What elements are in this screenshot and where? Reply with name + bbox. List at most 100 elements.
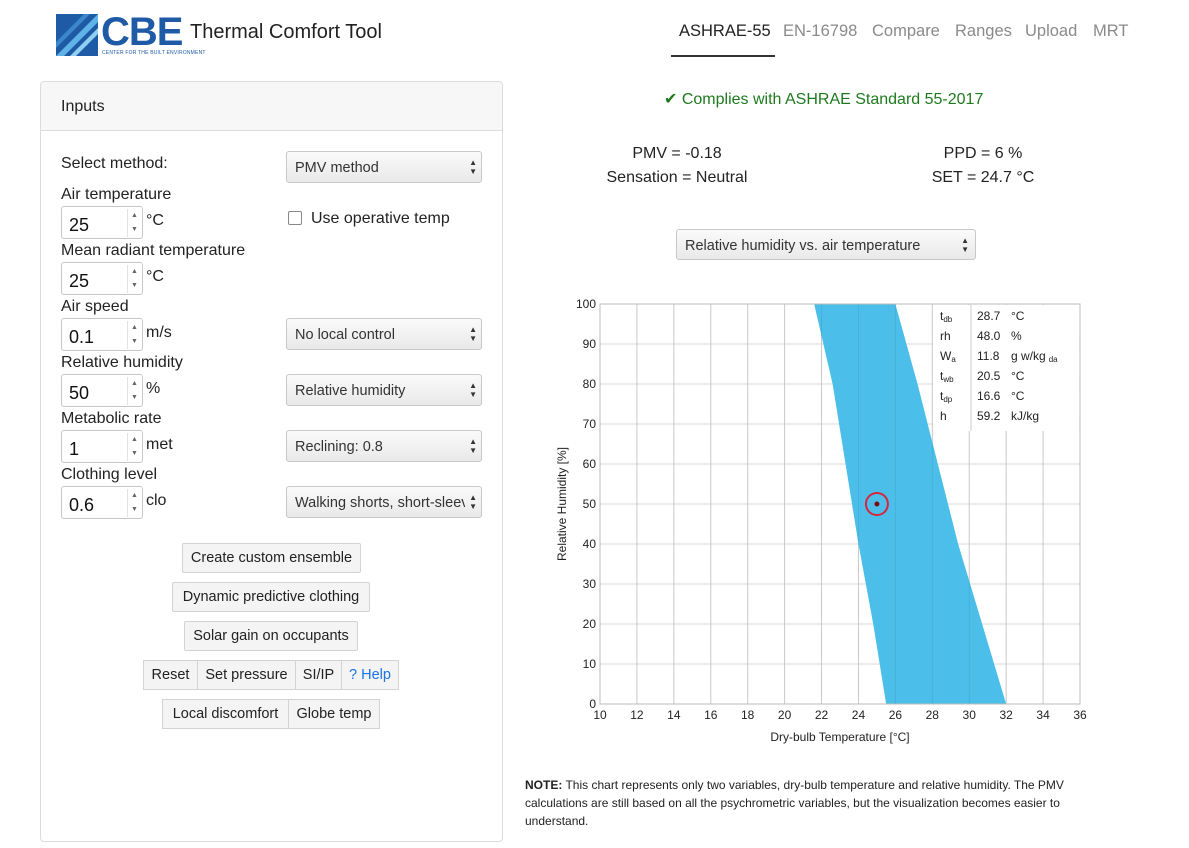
air-temp-value: 25 xyxy=(69,215,90,235)
help-button[interactable]: ? Help xyxy=(341,660,399,690)
rh-value: 50 xyxy=(69,383,90,403)
air-temp-unit: °C xyxy=(146,212,164,229)
pmv-value: PMV = -0.18 xyxy=(632,145,722,162)
compliance-status: ✔ Complies with ASHRAE Standard 55-2017 xyxy=(664,91,984,108)
clo-value: 0.6 xyxy=(69,495,95,515)
method-select-value: PMV method xyxy=(295,160,379,176)
spinner-arrows-icon[interactable]: ▲ ▼ xyxy=(127,265,141,293)
info-unit: kJ/kg xyxy=(1011,409,1039,423)
inputs-title: Inputs xyxy=(61,98,105,115)
air-speed-label: Air speed xyxy=(61,298,129,315)
air-temp-label: Air temperature xyxy=(61,186,172,203)
tab-en-16798[interactable]: EN-16798 xyxy=(783,22,857,41)
set-pressure-button[interactable]: Set pressure xyxy=(197,660,296,690)
x-axis-label: Dry-bulb Temperature [°C] xyxy=(770,730,909,744)
select-arrows-icon: ▲ ▼ xyxy=(961,236,969,254)
spinner-arrows-icon[interactable]: ▲ ▼ xyxy=(127,321,141,349)
info-value: 16.6 xyxy=(977,389,1001,403)
rh-input[interactable]: 50 ▲ ▼ xyxy=(61,374,143,407)
info-unit: °C xyxy=(1011,389,1025,403)
activity-select[interactable]: Reclining: 0.8 ▲ ▼ xyxy=(286,430,482,462)
x-tick-label: 34 xyxy=(1036,708,1050,722)
y-tick-label: 90 xyxy=(583,337,597,351)
y-tick-label: 60 xyxy=(583,457,597,471)
method-select[interactable]: PMV method ▲ ▼ xyxy=(286,151,482,183)
tab-ashrae-55[interactable]: ASHRAE-55 xyxy=(679,22,771,41)
air-speed-input[interactable]: 0.1 ▲ ▼ xyxy=(61,318,143,351)
spinner-arrows-icon[interactable]: ▲ ▼ xyxy=(127,209,141,237)
spinner-arrows-icon[interactable]: ▲ ▼ xyxy=(127,433,141,461)
globe-temp-button[interactable]: Globe temp xyxy=(288,699,380,729)
rh-unit: % xyxy=(146,380,161,397)
info-table-bg xyxy=(933,305,1079,431)
clo-input[interactable]: 0.6 ▲ ▼ xyxy=(61,486,143,519)
y-tick-label: 20 xyxy=(583,617,597,631)
info-unit-sub: da xyxy=(1049,355,1058,364)
chart-note: NOTE: This chart represents only two var… xyxy=(525,776,1085,830)
info-unit: °C xyxy=(1011,369,1025,383)
y-tick-label: 40 xyxy=(583,537,597,551)
note-label: NOTE: xyxy=(525,778,563,792)
met-value: 1 xyxy=(69,439,80,459)
psychrometric-chart[interactable]: 10 12 14 16 18 20 22 24 26 28 30 32 34 36010203040506… xyxy=(540,290,1100,760)
inputs-card-header: Inputs xyxy=(41,82,502,131)
tab-upload[interactable]: Upload xyxy=(1025,22,1077,41)
operative-temp-label[interactable]: Use operative temp xyxy=(311,210,450,228)
select-arrows-icon: ▲ ▼ xyxy=(469,437,477,455)
chart-type-value: Relative humidity vs. air temperature xyxy=(685,238,921,254)
met-label: Metabolic rate xyxy=(61,410,162,427)
y-tick-label: 50 xyxy=(583,497,597,511)
operative-temp-checkbox[interactable] xyxy=(288,211,302,225)
local-control-select[interactable]: No local control ▲ ▼ xyxy=(286,318,482,350)
tab-compare[interactable]: Compare xyxy=(872,22,940,41)
select-arrows-icon: ▲ ▼ xyxy=(469,381,477,399)
info-value: 20.5 xyxy=(977,369,1001,383)
tab-ranges[interactable]: Ranges xyxy=(955,22,1012,41)
active-tab-indicator xyxy=(671,55,775,57)
x-tick-label: 30 xyxy=(963,708,977,722)
info-unit: °C xyxy=(1011,309,1025,323)
chart-type-select[interactable]: Relative humidity vs. air temperature ▲ ▼ xyxy=(676,229,976,260)
met-unit: met xyxy=(146,436,173,453)
x-tick-label: 22 xyxy=(815,708,829,722)
info-value: 48.0 xyxy=(977,329,1001,343)
x-tick-label: 18 xyxy=(741,708,755,722)
ensemble-select[interactable]: Walking shorts, short-sleeve shirt: 0.36… xyxy=(286,486,482,518)
met-input[interactable]: 1 ▲ ▼ xyxy=(61,430,143,463)
si-ip-button[interactable]: SI/IP xyxy=(295,660,342,690)
spinner-arrows-icon[interactable]: ▲ ▼ xyxy=(127,377,141,405)
note-text: This chart represents only two variables… xyxy=(525,778,1064,828)
custom-ensemble-button[interactable]: Create custom ensemble xyxy=(182,543,361,573)
select-arrows-icon: ▲ ▼ xyxy=(469,493,477,511)
local-discomfort-button[interactable]: Local discomfort xyxy=(162,699,289,729)
set-value: SET = 24.7 °C xyxy=(931,169,1035,186)
spinner-arrows-icon[interactable]: ▲ ▼ xyxy=(127,489,141,517)
x-tick-label: 32 xyxy=(999,708,1013,722)
ensemble-value: Walking shorts, short-sleeve shirt: 0.36… xyxy=(295,495,465,511)
sensation-value: Sensation = Neutral xyxy=(606,169,748,186)
x-tick-label: 26 xyxy=(889,708,903,722)
reset-button[interactable]: Reset xyxy=(143,660,198,690)
mrt-value: 25 xyxy=(69,271,90,291)
solar-gain-button[interactable]: Solar gain on occupants xyxy=(184,621,358,651)
info-symbol-sub: db xyxy=(943,315,952,324)
air-temp-input[interactable]: 25 ▲ ▼ xyxy=(61,206,143,239)
y-tick-label: 70 xyxy=(583,417,597,431)
info-symbol-sub: a xyxy=(951,355,956,364)
x-tick-label: 12 xyxy=(630,708,644,722)
humidity-type-select[interactable]: Relative humidity ▲ ▼ xyxy=(286,374,482,406)
mrt-label: Mean radiant temperature xyxy=(61,242,246,259)
activity-value: Reclining: 0.8 xyxy=(295,439,383,455)
x-tick-label: 16 xyxy=(704,708,718,722)
info-value: 28.7 xyxy=(977,309,1001,323)
x-tick-label: 24 xyxy=(852,708,866,722)
mrt-input[interactable]: 25 ▲ ▼ xyxy=(61,262,143,295)
x-tick-label: 36 xyxy=(1073,708,1087,722)
psychrometric-info-table: tdb 28.7 °Crh 48.0 %Wa 11.8 g w/kg datwb 20.5 °Ct… xyxy=(933,305,1079,431)
tab-mrt[interactable]: MRT xyxy=(1093,22,1128,41)
dynamic-clothing-button[interactable]: Dynamic predictive clothing xyxy=(172,582,370,612)
info-symbol-sub: wb xyxy=(942,375,954,384)
rh-label: Relative humidity xyxy=(61,354,183,371)
info-unit: % xyxy=(1011,329,1022,343)
y-tick-label: 80 xyxy=(583,377,597,391)
